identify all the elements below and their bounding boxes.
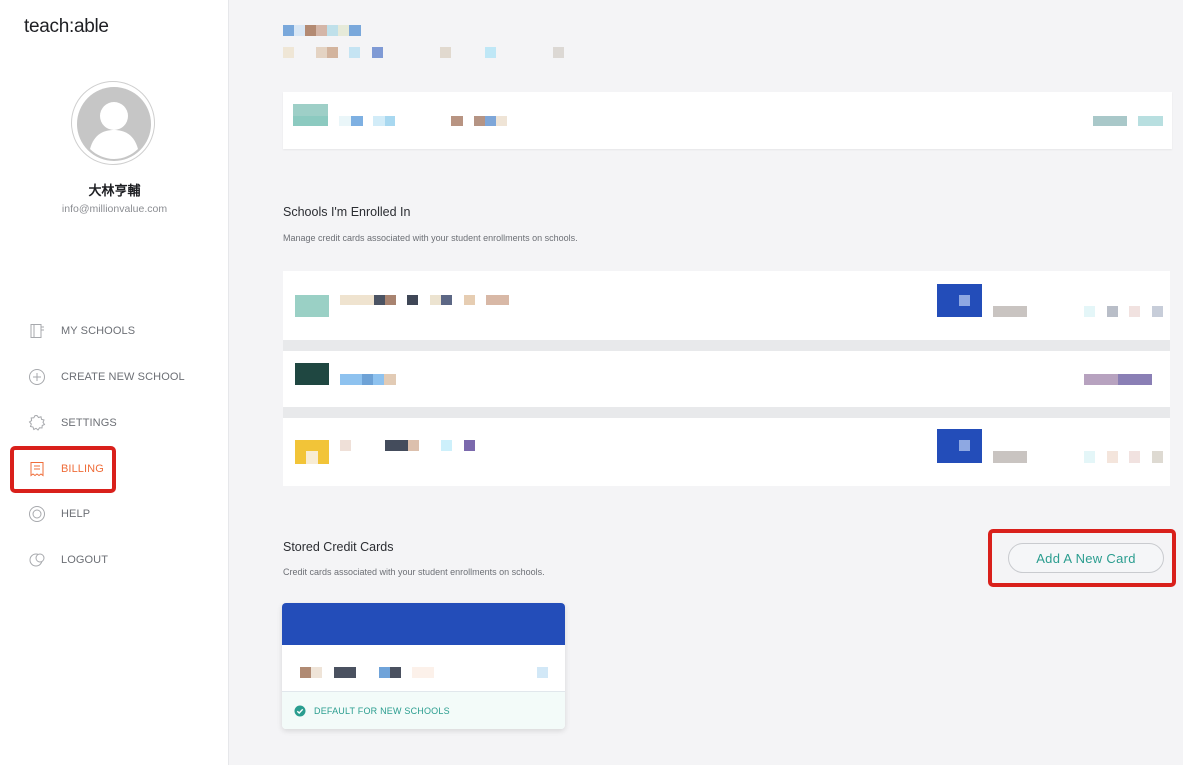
user-email: info@millionvalue.com [61, 203, 168, 215]
default-card-label: DEFAULT FOR NEW SCHOOLS [314, 705, 450, 716]
sidebar-item-settings[interactable]: SETTINGS [28, 411, 117, 435]
avatar [71, 81, 155, 165]
enrolled-school-row[interactable] [283, 418, 1170, 486]
sidebar: teach:able 大林亨輔 info@millionvalue.com MY… [0, 0, 229, 765]
logout-icon [28, 551, 46, 569]
sidebar-item-create-new-school[interactable]: CREATE NEW SCHOOL [28, 365, 185, 389]
teachable-logo[interactable]: teach:able [24, 16, 109, 38]
enrolled-section-subtitle: Manage credit cards associated with your… [283, 233, 578, 243]
schools-icon [28, 322, 46, 340]
sidebar-item-label: CREATE NEW SCHOOL [61, 371, 185, 383]
card-brand-band [282, 603, 565, 645]
enrolled-schools-list [283, 271, 1170, 486]
check-circle-icon [294, 705, 306, 716]
sidebar-item-logout[interactable]: LOGOUT [28, 548, 108, 572]
billing-highlight-box [10, 446, 116, 493]
user-name: 大林亨輔 [88, 183, 141, 198]
stored-credit-card[interactable]: DEFAULT FOR NEW SCHOOLS [282, 603, 565, 729]
default-card-footer: DEFAULT FOR NEW SCHOOLS [282, 691, 565, 729]
sidebar-item-label: HELP [61, 508, 91, 520]
sidebar-item-label: MY SCHOOLS [61, 325, 136, 337]
account-summary-card [283, 92, 1172, 149]
sidebar-item-help[interactable]: HELP [28, 502, 90, 526]
add-card-highlight-box [988, 529, 1176, 587]
enrolled-school-row[interactable] [283, 351, 1170, 407]
sidebar-item-label: LOGOUT [61, 554, 109, 566]
sidebar-item-my-schools[interactable]: MY SCHOOLS [28, 319, 135, 343]
stored-cards-section-title: Stored Credit Cards [283, 540, 394, 554]
gear-icon [28, 414, 46, 432]
sidebar-item-label: SETTINGS [61, 417, 117, 429]
enrolled-section-title: Schools I'm Enrolled In [283, 205, 411, 219]
plus-circle-icon [28, 368, 46, 386]
help-ring-icon [28, 505, 46, 523]
enrolled-school-row[interactable] [283, 271, 1170, 340]
stored-cards-section-subtitle: Credit cards associated with your studen… [283, 567, 545, 577]
